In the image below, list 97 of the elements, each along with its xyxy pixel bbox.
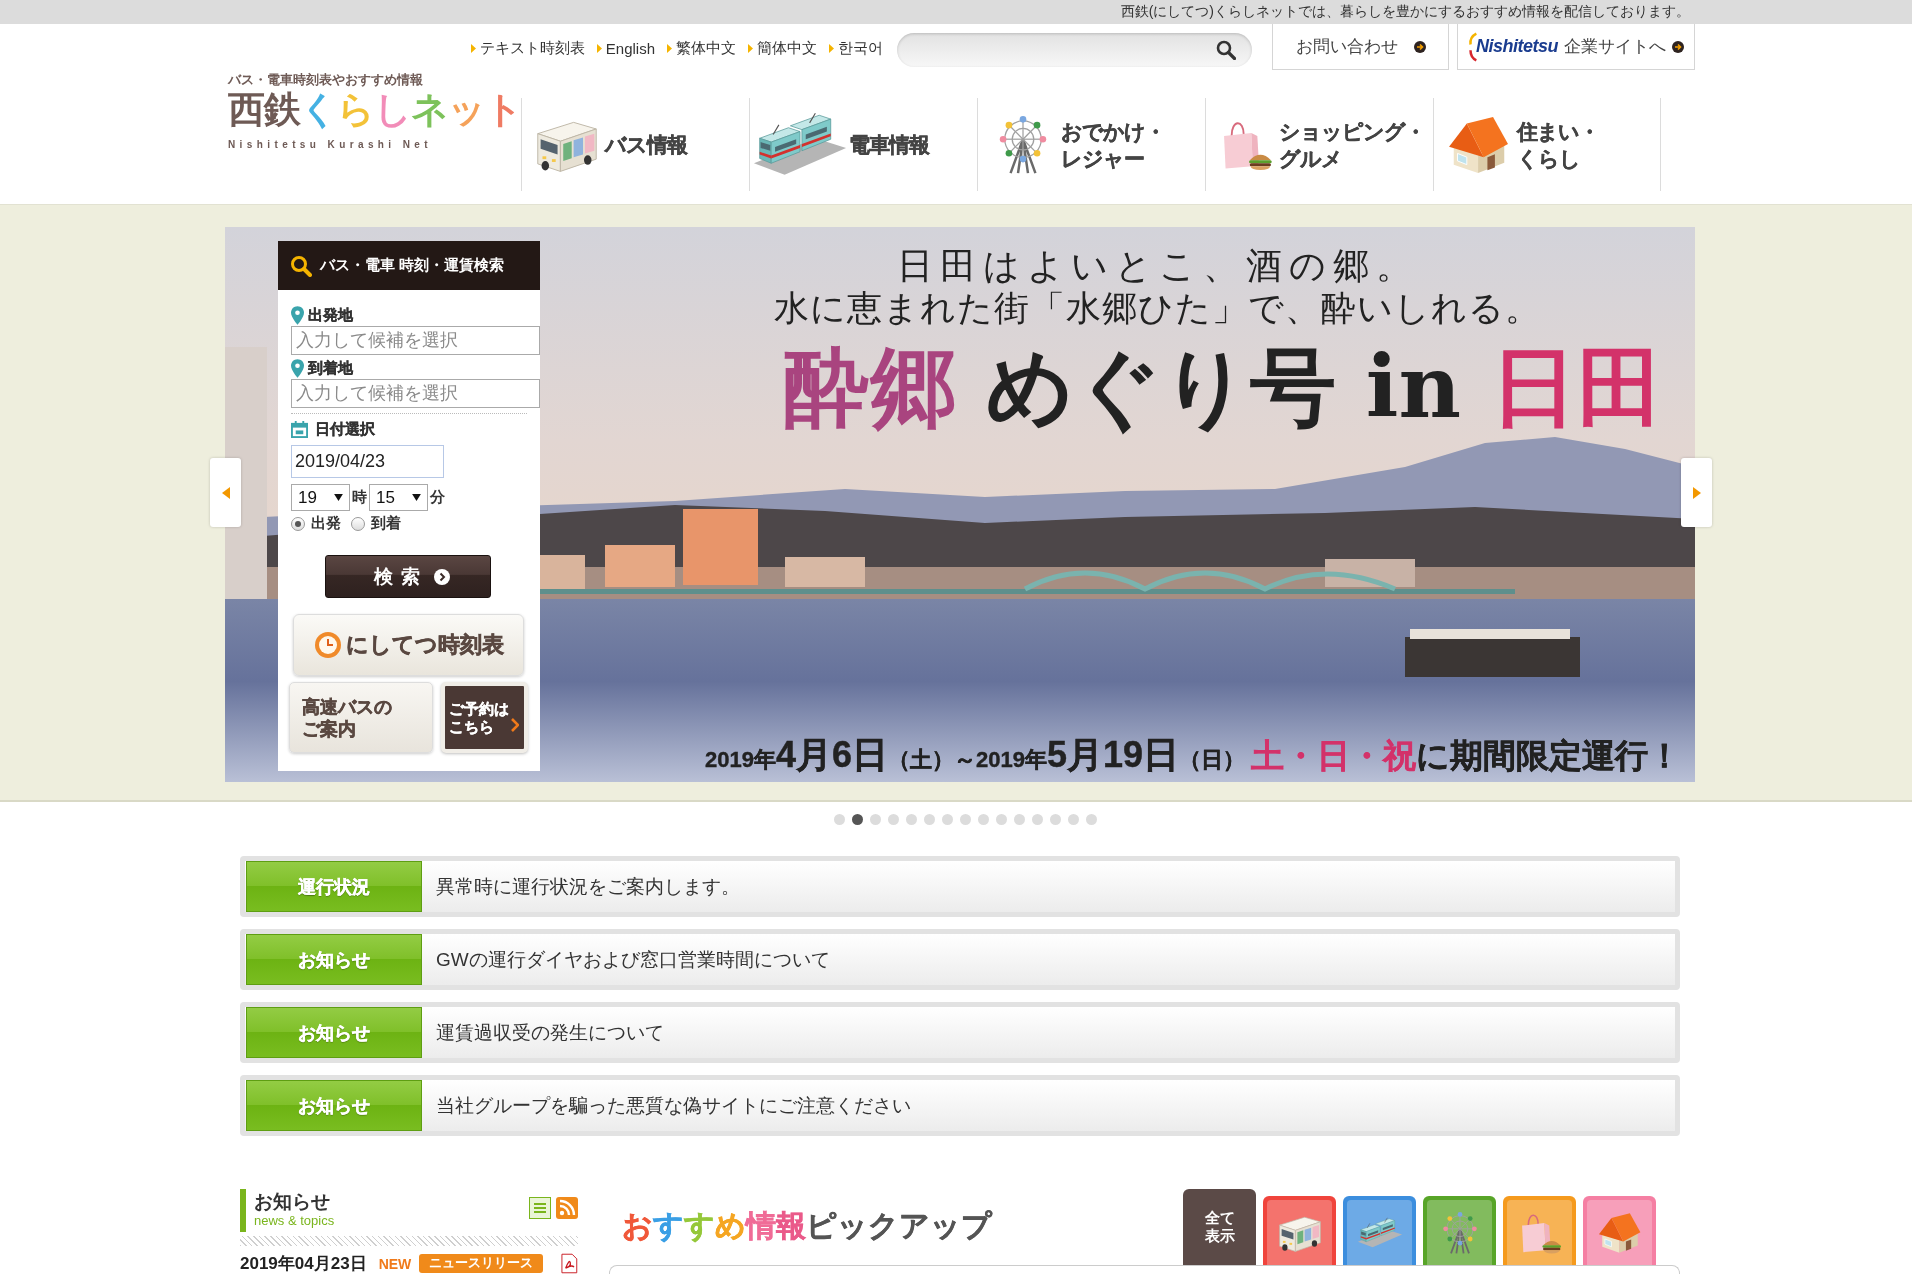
search-icon <box>1216 40 1236 60</box>
category-label: 運行状況 <box>246 861 422 912</box>
site-logo[interactable]: バス・電車時刻表やおすすめ情報 西鉄くらしネット Nishitetsu Kurashi Net <box>228 72 521 152</box>
slide-dot[interactable] <box>978 814 989 825</box>
slide-dot[interactable] <box>1014 814 1025 825</box>
carousel-prev-button[interactable] <box>210 458 241 527</box>
category-tab[interactable] <box>1263 1196 1336 1265</box>
banner-tagline: 日田はよいとこ、酒の郷。 <box>895 245 1420 287</box>
slide-dot[interactable] <box>960 814 971 825</box>
category-label: お知らせ <box>246 934 422 985</box>
language-link[interactable]: English <box>596 39 655 58</box>
highway-bus-button[interactable]: 高速バスの ご案内 <box>289 682 433 753</box>
field-label: 到着地 <box>308 358 353 378</box>
slide-dot[interactable] <box>942 814 953 825</box>
caret-right-icon <box>1692 486 1701 499</box>
arrow-circle-icon <box>1672 40 1684 53</box>
reservation-button[interactable]: ご予約は こちら <box>441 682 528 753</box>
section-subtitle: news & topics <box>254 1213 335 1228</box>
field-label: 出発地 <box>308 305 353 325</box>
pdf-icon[interactable] <box>561 1253 578 1274</box>
category-label: お知らせ <box>246 1080 422 1131</box>
field-label: 日付選択 <box>315 419 375 439</box>
triangle-bullet-icon <box>596 44 602 53</box>
triangle-bullet-icon <box>470 44 476 53</box>
nav-item[interactable]: バス情報 <box>521 98 749 191</box>
notice-link[interactable]: 当社グループを騙った悪質な偽サイトにご注意ください <box>436 1092 911 1119</box>
section-title: おすすめ情報ピックアップ <box>622 1208 992 1244</box>
notice-link[interactable]: 異常時に運行状況をご案内します。 <box>436 873 740 900</box>
carousel-next-button[interactable] <box>1681 458 1712 527</box>
unit-label: 時 <box>352 488 367 507</box>
triangle-bullet-icon <box>667 44 672 53</box>
site-message: 西鉄(にしてつ)くらしネットでは、暮らしを豊かにするおすすめ情報を配信しております。 <box>1120 2 1690 21</box>
contact-button[interactable]: お問い合わせ <box>1272 24 1449 70</box>
category-tab[interactable] <box>1583 1196 1656 1265</box>
map-pin-icon <box>291 305 304 325</box>
triangle-bullet-icon <box>829 44 834 53</box>
search-icon <box>290 254 312 277</box>
slide-dot[interactable] <box>1068 814 1079 825</box>
timetable-button[interactable]: にしてつ時刻表 <box>293 614 524 676</box>
language-link[interactable]: 한국어 <box>829 39 883 58</box>
arrow-circle-icon <box>1413 40 1426 53</box>
calendar-icon <box>291 420 308 438</box>
banner-tagline: 水に恵まれた街「水郷ひた」で、酔いしれる。 <box>773 287 1542 329</box>
language-link[interactable]: 簡体中文 <box>748 39 817 58</box>
list-icon[interactable] <box>529 1197 551 1219</box>
nav-item[interactable]: おでかけ・ レジャー <box>977 98 1205 191</box>
search-button[interactable]: 検索 <box>325 555 491 598</box>
map-pin-icon <box>291 358 304 378</box>
radio-button[interactable] <box>351 516 365 531</box>
dropdown-caret-icon <box>334 494 343 501</box>
news-tag: ニュースリリース <box>419 1254 544 1273</box>
show-all-tab[interactable]: 全て 表示 <box>1183 1189 1256 1265</box>
banner-days: 土・日・祝 <box>1251 734 1416 779</box>
radio-option[interactable]: 到着 <box>351 514 401 533</box>
dropdown-caret-icon <box>412 494 421 501</box>
notice-link[interactable]: 運賃過収受の発生について <box>436 1019 664 1046</box>
language-link[interactable]: テキスト時刻表 <box>470 39 585 58</box>
notice-link[interactable]: GWの運行ダイヤおよび窓口営業時間について <box>436 946 830 973</box>
chevron-right-icon <box>511 717 519 732</box>
slide-dot[interactable] <box>906 814 917 825</box>
minute-select[interactable]: 15 <box>369 484 428 511</box>
triangle-bullet-icon <box>748 44 753 53</box>
destination-field[interactable]: 入力して候補を選択 <box>291 379 540 408</box>
banner-headline: 酔郷 めぐり号 in 日田 <box>782 337 1664 437</box>
category-label: お知らせ <box>246 1007 422 1058</box>
nav-item[interactable]: 住まい・ くらし <box>1433 98 1661 191</box>
banner-note: に期間限定運行！ <box>1416 736 1681 776</box>
section-title: お知らせ <box>254 1191 331 1213</box>
nav-item[interactable]: 電車情報 <box>749 98 977 191</box>
slide-dot[interactable] <box>1032 814 1043 825</box>
corporate-site-button[interactable]: Nishitetsu 企業サイトへ <box>1457 24 1695 70</box>
search-field[interactable] <box>897 33 1252 67</box>
train-icon <box>752 112 848 177</box>
date-field[interactable]: 2019/04/23 <box>291 445 444 478</box>
rss-icon[interactable] <box>556 1197 578 1219</box>
slide-dot[interactable] <box>1086 814 1097 825</box>
language-link[interactable]: 繁体中文 <box>667 39 736 58</box>
radio-option[interactable]: 出発 <box>291 514 341 533</box>
chevron-circle-icon <box>434 568 450 585</box>
radio-button[interactable] <box>291 516 305 531</box>
hour-select[interactable]: 19 <box>291 484 350 511</box>
slide-dot[interactable] <box>870 814 881 825</box>
nav-item[interactable]: ショッピング・ グルメ <box>1205 98 1433 191</box>
origin-field[interactable]: 入力して候補を選択 <box>291 326 540 355</box>
slide-dot[interactable] <box>996 814 1007 825</box>
slide-dot[interactable] <box>834 814 845 825</box>
slide-dot[interactable] <box>924 814 935 825</box>
slide-dot[interactable] <box>1050 814 1061 825</box>
news-date: 2019年04月23日 <box>240 1253 367 1274</box>
caret-left-icon <box>221 486 230 499</box>
slide-dot[interactable] <box>888 814 899 825</box>
clock-icon <box>313 631 342 659</box>
unit-label: 分 <box>430 488 445 507</box>
panel-title: バス・電車 時刻・運賃検索 <box>320 256 505 275</box>
slide-dot[interactable] <box>852 814 863 825</box>
new-label: NEW <box>378 1255 412 1272</box>
banner-period: 2019年4月6日（土）～2019年5月19日（日） <box>704 733 1245 777</box>
